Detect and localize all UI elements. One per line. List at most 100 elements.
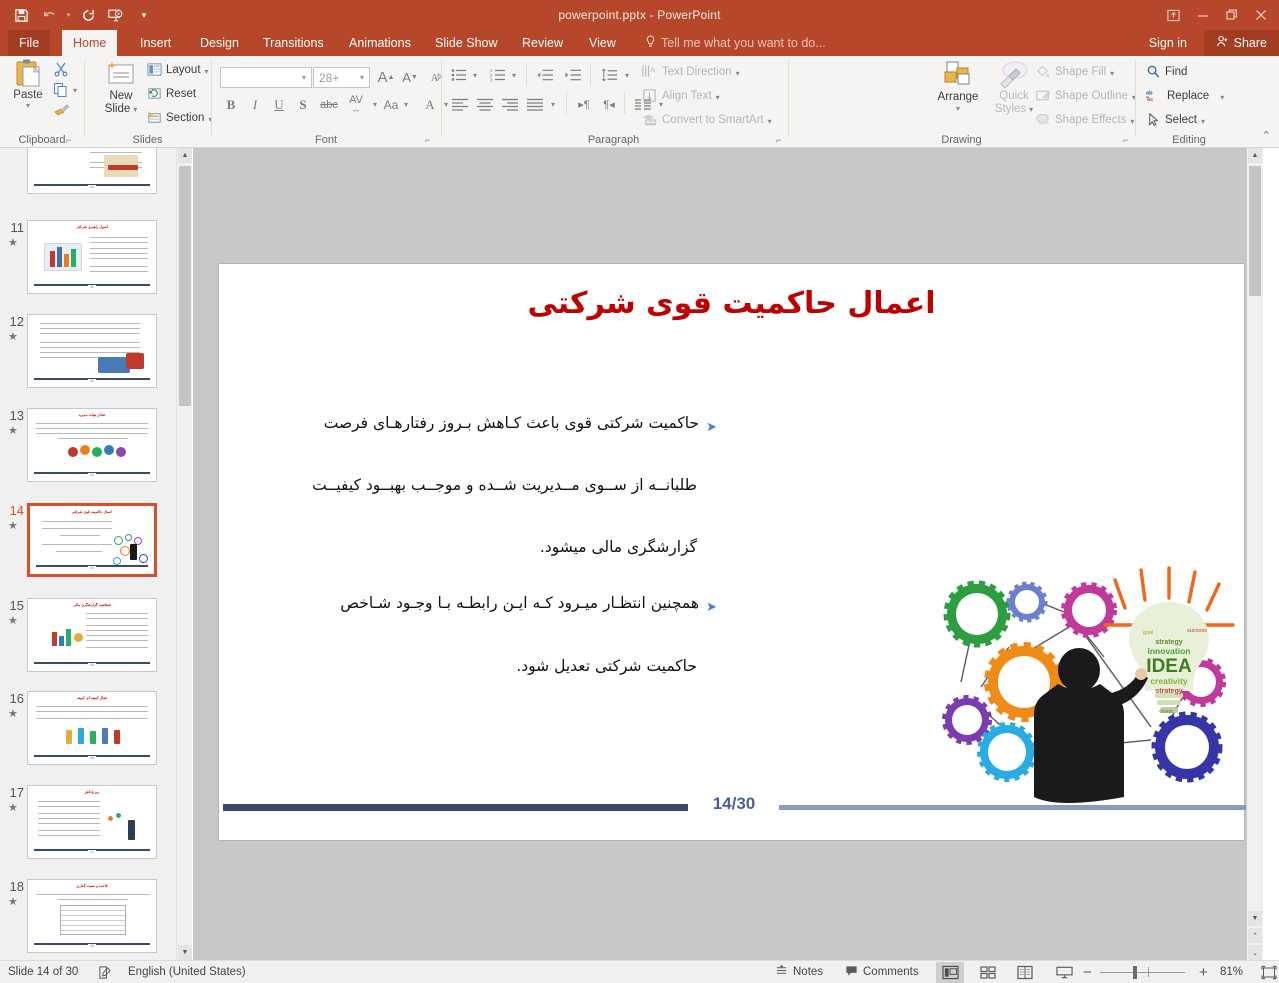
select-button[interactable]: Select ▾ (1146, 112, 1205, 130)
smartart-dropdown-icon[interactable]: ▾ (768, 117, 772, 126)
cut-icon[interactable] (48, 59, 74, 79)
format-painter-icon[interactable] (48, 101, 74, 121)
slide-counter[interactable]: Slide 14 of 30 (8, 961, 78, 983)
tab-view[interactable]: View (578, 30, 627, 56)
change-case-dropdown-icon[interactable]: ▾ (400, 94, 412, 115)
find-button[interactable]: Find (1146, 64, 1187, 82)
slide-editing-area[interactable]: اعمال حاکمیت قوی شرکتی ➤ حاکمیت شرکتی قو… (193, 148, 1263, 960)
italic-button[interactable]: I (244, 94, 266, 115)
quick-styles-button[interactable]: Quick Styles ▾ (989, 60, 1039, 116)
thumbnail-image-selected[interactable]: اعمال حاکمیت قوی شرکتی 14 (27, 503, 157, 577)
fit-slide-icon[interactable] (1255, 962, 1279, 983)
zoom-slider-handle[interactable] (1133, 966, 1137, 979)
line-spacing-button[interactable] (597, 65, 621, 85)
tab-design[interactable]: Design (189, 30, 250, 56)
font-color-button[interactable]: A (419, 94, 441, 115)
collapse-ribbon-button[interactable]: ⌃ (1262, 129, 1271, 142)
reset-button[interactable]: Reset (147, 86, 196, 104)
new-slide-button[interactable]: New Slide ▾ (97, 60, 145, 116)
thumbnail-image[interactable]: 10 (27, 148, 157, 194)
bullet-2-line-2[interactable]: حاکمیت شرکتی تعدیل شود. (297, 652, 697, 681)
drawing-dialog-launcher[interactable]: ⌐ (1123, 135, 1128, 145)
slide-area-scrollbar[interactable]: ▲ ▼ ⌃ ⌄ (1247, 148, 1263, 960)
thumbnail-image[interactable]: اصول راهبری شرکتی 11 (27, 220, 157, 294)
font-name-input[interactable]: ▾ (220, 67, 312, 88)
customize-qat-icon[interactable]: ▾ (131, 2, 157, 28)
section-button[interactable]: Section ▾ (147, 110, 212, 128)
align-text-button[interactable]: Align Text ▾ (642, 88, 720, 106)
change-case-button[interactable]: Aa (380, 94, 402, 115)
restore-icon[interactable] (1217, 2, 1246, 28)
shape-outline-button[interactable]: Shape Outline ▾ (1035, 88, 1136, 106)
numbering-button[interactable]: 123 (487, 65, 509, 85)
select-dropdown-icon[interactable]: ▾ (1201, 117, 1205, 126)
ltr-text-direction-button[interactable]: ▸¶ (572, 94, 596, 114)
thumbnail-image[interactable]: قاعده و نسبت گذاری 18 (27, 879, 157, 953)
close-icon[interactable] (1246, 2, 1275, 28)
thumbnail-image[interactable]: شفافیت گزارشگری مالی 15 (27, 598, 157, 672)
thumbnail-image[interactable]: فعال کمیته ای کمیته 16 (27, 691, 157, 765)
bold-button[interactable]: B (220, 94, 242, 115)
arrange-button[interactable]: Arrange ▾ (931, 60, 985, 113)
shape-fill-button[interactable]: Shape Fill ▾ (1035, 64, 1114, 82)
arrange-dropdown-icon[interactable]: ▾ (956, 104, 960, 113)
clipboard-dialog-launcher[interactable]: ⌐ (66, 135, 71, 145)
align-dropdown-icon[interactable]: ▾ (547, 94, 559, 114)
zoom-in-button[interactable]: + (1199, 961, 1208, 983)
notes-button[interactable]: Notes (775, 961, 823, 983)
paste-button[interactable]: Paste ▾ (6, 58, 50, 124)
increase-font-size-button[interactable]: A ▲ (375, 67, 397, 88)
scrollbar-thumb[interactable] (1249, 166, 1261, 296)
bullet-2-line-1[interactable]: همچنین انتظـار میـرود کـه ایـن رابطـه بـ… (299, 589, 699, 618)
font-name-dropdown-icon[interactable]: ▾ (297, 73, 311, 82)
align-center-button[interactable] (473, 94, 497, 114)
zoom-out-button[interactable]: − (1083, 961, 1092, 983)
sign-in-button[interactable]: Sign in (1149, 30, 1187, 56)
zoom-level-label[interactable]: 81% (1220, 961, 1243, 983)
thumbnail-image[interactable]: ریز پاداش 17 (27, 785, 157, 859)
bullets-button[interactable] (448, 65, 470, 85)
increase-indent-button[interactable] (560, 65, 584, 85)
bullet-1-line-1[interactable]: حاکمیت شرکتی قوی باعث کـاهش بـروز رفتاره… (299, 409, 699, 438)
scroll-up-icon[interactable]: ▲ (1248, 148, 1262, 163)
align-text-dropdown-icon[interactable]: ▾ (716, 93, 720, 102)
font-size-input[interactable]: 28+ ▾ (313, 67, 370, 88)
tab-file[interactable]: File (8, 30, 51, 56)
bullets-dropdown-icon[interactable]: ▾ (469, 65, 481, 85)
bullet-1-line-2[interactable]: طلبانــه از ســوی مــدیریت شــده و موجــ… (297, 471, 697, 500)
minimize-icon[interactable] (1188, 2, 1217, 28)
thumbnail-image[interactable]: 12 (27, 314, 157, 388)
tab-review[interactable]: Review (511, 30, 574, 56)
tell-me-search[interactable]: Tell me what you want to do... (645, 30, 826, 56)
line-spacing-dropdown-icon[interactable]: ▾ (621, 65, 633, 85)
save-icon[interactable] (8, 2, 34, 28)
undo-icon[interactable] (36, 2, 62, 28)
redo-icon[interactable] (75, 2, 101, 28)
shape-fill-dropdown-icon[interactable]: ▾ (1110, 69, 1114, 78)
tab-insert[interactable]: Insert (129, 30, 182, 56)
align-left-button[interactable] (448, 94, 472, 114)
layout-button[interactable]: Layout ▾ (147, 62, 209, 80)
scroll-up-icon[interactable]: ▲ (178, 148, 192, 163)
tab-animations[interactable]: Animations (338, 30, 422, 56)
normal-view-icon[interactable] (936, 962, 964, 983)
spellcheck-icon[interactable] (98, 961, 113, 983)
strikethrough-button[interactable]: abc (316, 94, 342, 115)
scroll-page-down-icon[interactable]: ▼ (1248, 911, 1262, 926)
justify-button[interactable] (523, 94, 547, 114)
new-slide-dropdown-icon[interactable]: ▾ (133, 105, 137, 114)
layout-dropdown-icon[interactable]: ▾ (205, 67, 209, 76)
text-shadow-button[interactable]: S (292, 94, 314, 115)
previous-slide-button[interactable]: ⌃ (1248, 928, 1262, 943)
scrollbar-thumb[interactable] (179, 166, 191, 406)
language-indicator[interactable]: English (United States) (128, 961, 246, 983)
paste-dropdown-icon[interactable]: ▾ (26, 101, 30, 110)
tab-home[interactable]: Home (62, 30, 118, 56)
thumbnail-image[interactable]: تعادل هیات مدیره 13 (27, 408, 157, 482)
current-slide[interactable]: اعمال حاکمیت قوی شرکتی ➤ حاکمیت شرکتی قو… (218, 263, 1246, 841)
start-slideshow-icon[interactable] (103, 2, 129, 28)
text-direction-button[interactable]: A Text Direction ▾ (642, 64, 740, 82)
share-button[interactable]: Share (1203, 30, 1279, 56)
comments-button[interactable]: Comments (845, 961, 919, 983)
thumbnail-panel-scrollbar[interactable]: ▲ ▼ (176, 148, 192, 960)
